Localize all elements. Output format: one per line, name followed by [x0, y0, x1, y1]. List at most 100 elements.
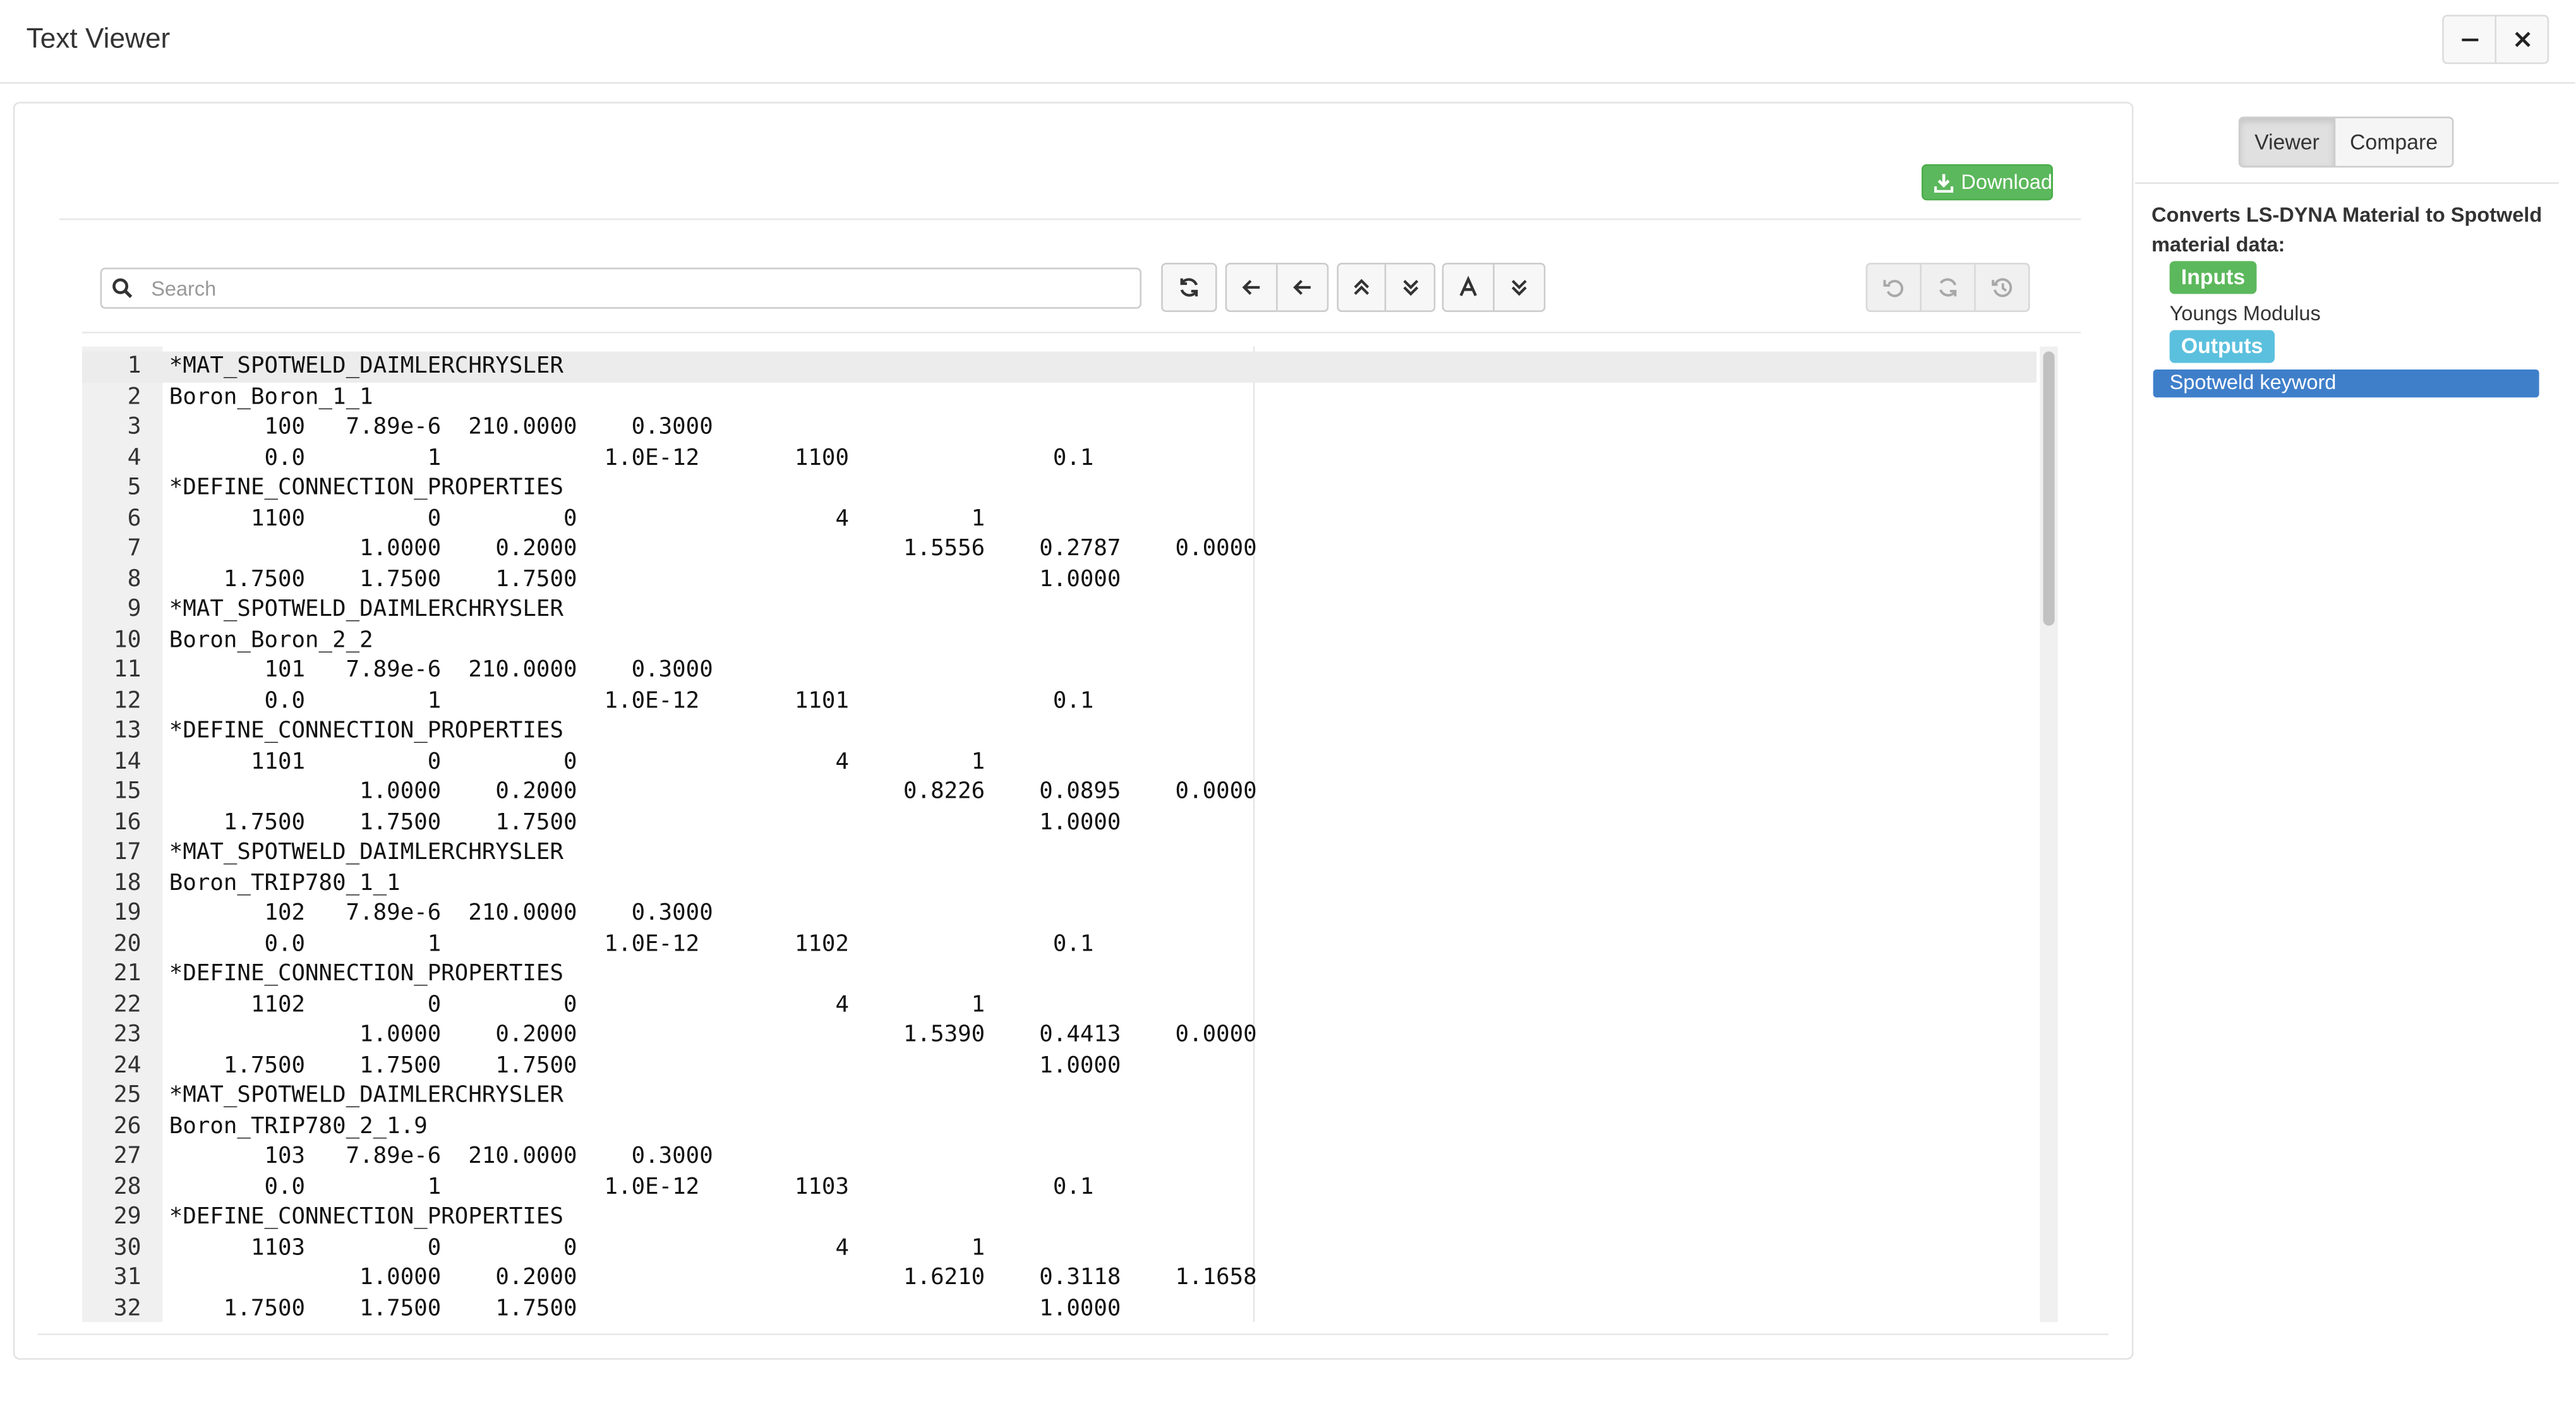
editor-line[interactable]: 19 102 7.89e-6 210.0000 0.3000 — [82, 898, 2037, 928]
editor-line[interactable]: 4 0.0 1 1.0E-12 1100 0.1 — [82, 443, 2037, 473]
editor-line[interactable]: 30 1103 0 0 4 1 — [82, 1232, 2037, 1263]
tab-viewer[interactable]: Viewer — [2238, 116, 2336, 168]
font-dropdown-button[interactable] — [1495, 263, 1546, 312]
line-text: *DEFINE_CONNECTION_PROPERTIES — [169, 718, 564, 744]
minimize-button[interactable] — [2442, 15, 2496, 64]
line-text: 0.0 1 1.0E-12 1102 0.1 — [169, 930, 1094, 957]
converter-description: Converts LS-DYNA Material to Spotweld ma… — [2151, 203, 2543, 256]
line-text: 1.0000 0.2000 1.5390 0.4413 0.0000 — [169, 1021, 1257, 1048]
editor-line[interactable]: 9 *MAT_SPOTWELD_DAIMLERCHRYSLER — [82, 594, 2037, 625]
line-number: 4 — [127, 444, 141, 471]
editor-line[interactable]: 10 Boron_Boron_2_2 — [82, 625, 2037, 655]
line-text: *MAT_SPOTWELD_DAIMLERCHRYSLER — [169, 596, 564, 623]
download-icon — [1934, 174, 1954, 193]
line-text: 1101 0 0 4 1 — [169, 748, 985, 774]
search-field[interactable] — [100, 267, 1141, 309]
line-text: Boron_Boron_1_1 — [169, 383, 373, 410]
line-text: *DEFINE_CONNECTION_PROPERTIES — [169, 1203, 564, 1230]
editor-line[interactable]: 29 *DEFINE_CONNECTION_PROPERTIES — [82, 1202, 2037, 1232]
editor-line[interactable]: 32 1.7500 1.7500 1.7500 1.0000 — [82, 1293, 2037, 1322]
text-viewer-window: Text Viewer Download Search 1 *MAT_SPOTW… — [0, 0, 2575, 1393]
code-editor[interactable]: 1 *MAT_SPOTWELD_DAIMLERCHRYSLER 2 Boron_Bor… — [82, 346, 2058, 1322]
input-item[interactable]: Youngs Modulus — [2170, 302, 2321, 325]
chevrons-down-icon — [1402, 280, 1417, 296]
editor-line[interactable]: 21 *DEFINE_CONNECTION_PROPERTIES — [82, 959, 2037, 989]
editor-line[interactable]: 8 1.7500 1.7500 1.7500 1.0000 — [82, 564, 2037, 594]
line-number: 24 — [113, 1052, 141, 1078]
line-number: 25 — [113, 1082, 141, 1109]
line-text: Boron_TRIP780_1_1 — [169, 869, 400, 896]
fold-down-button[interactable] — [1386, 263, 1436, 312]
editor-line[interactable]: 5 *DEFINE_CONNECTION_PROPERTIES — [82, 473, 2037, 503]
line-text: 1.7500 1.7500 1.7500 1.0000 — [169, 1295, 1121, 1321]
undo-icon — [1883, 280, 1903, 297]
search-input[interactable] — [144, 272, 1127, 304]
redo-button[interactable] — [1922, 263, 1976, 312]
line-text: *MAT_SPOTWELD_DAIMLERCHRYSLER — [169, 353, 564, 380]
line-number: 1 — [127, 353, 141, 380]
side-divider — [2134, 182, 2559, 184]
line-text: 0.0 1 1.0E-12 1100 0.1 — [169, 444, 1094, 471]
line-number: 13 — [113, 718, 141, 744]
editor-line[interactable]: 7 1.0000 0.2000 1.5556 0.2787 0.0000 — [82, 534, 2037, 564]
line-text: Boron_Boron_2_2 — [169, 626, 373, 653]
editor-line[interactable]: 2 Boron_Boron_1_1 — [82, 382, 2037, 412]
line-number: 8 — [127, 565, 141, 592]
arrow-left-icon — [1242, 280, 1260, 295]
viewer-panel: Download Search 1 *MAT_SPOTWELD_DAIMLERC… — [13, 102, 2134, 1360]
close-icon — [2514, 32, 2530, 47]
line-text: 1.7500 1.7500 1.7500 1.0000 — [169, 565, 1121, 592]
line-number: 10 — [113, 626, 141, 653]
line-number: 32 — [113, 1295, 141, 1321]
previous-match-button[interactable] — [1225, 263, 1278, 312]
font-icon — [1459, 275, 1478, 296]
editor-line[interactable]: 6 1100 0 0 4 1 — [82, 503, 2037, 534]
editor-line[interactable]: 31 1.0000 0.2000 1.6210 0.3118 1.1658 — [82, 1263, 2037, 1293]
line-text: 1103 0 0 4 1 — [169, 1234, 985, 1261]
line-number: 12 — [113, 687, 141, 714]
line-number: 20 — [113, 930, 141, 957]
toolbar-divider — [82, 332, 2081, 333]
line-number: 11 — [113, 657, 141, 683]
line-number: 16 — [113, 808, 141, 836]
minus-icon — [2461, 39, 2478, 42]
fold-up-button[interactable] — [1337, 263, 1387, 312]
editor-line[interactable]: 25 *MAT_SPOTWELD_DAIMLERCHRYSLER — [82, 1081, 2037, 1111]
line-text: 1.7500 1.7500 1.7500 1.0000 — [169, 808, 1121, 836]
editor-line[interactable]: 26 Boron_TRIP780_2_1.9 — [82, 1111, 2037, 1141]
editor-line[interactable]: 20 0.0 1 1.0E-12 1102 0.1 — [82, 928, 2037, 959]
undo-button[interactable] — [1865, 263, 1922, 312]
editor-line[interactable]: 3 100 7.89e-6 210.0000 0.3000 — [82, 412, 2037, 443]
output-item[interactable]: Spotweld keyword — [2153, 370, 2539, 398]
editor-line[interactable]: 11 101 7.89e-6 210.0000 0.3000 — [82, 655, 2037, 685]
line-number: 31 — [113, 1264, 141, 1291]
line-text: 1.0000 0.2000 1.5556 0.2787 0.0000 — [169, 535, 1257, 562]
window-header: Text Viewer — [0, 0, 2575, 84]
editor-line[interactable]: 22 1102 0 0 4 1 — [82, 990, 2037, 1020]
editor-line[interactable]: 24 1.7500 1.7500 1.7500 1.0000 — [82, 1050, 2037, 1081]
editor-line[interactable]: 14 1101 0 0 4 1 — [82, 747, 2037, 777]
refresh-button[interactable] — [1161, 263, 1217, 312]
panel-bottom-divider — [37, 1333, 2109, 1335]
download-label: Download — [1961, 171, 2052, 194]
editor-line[interactable]: 28 0.0 1 1.0E-12 1103 0.1 — [82, 1172, 2037, 1202]
editor-line[interactable]: 1 *MAT_SPOTWELD_DAIMLERCHRYSLER — [82, 351, 2037, 382]
line-number: 14 — [113, 748, 141, 774]
font-button[interactable] — [1441, 263, 1495, 312]
editor-line[interactable]: 17 *MAT_SPOTWELD_DAIMLERCHRYSLER — [82, 838, 2037, 868]
redo-icon — [1939, 278, 1957, 297]
editor-line[interactable]: 16 1.7500 1.7500 1.7500 1.0000 — [82, 807, 2037, 838]
next-match-button[interactable] — [1277, 263, 1329, 312]
close-button[interactable] — [2495, 15, 2549, 64]
history-button[interactable] — [1975, 263, 2030, 312]
editor-line[interactable]: 12 0.0 1 1.0E-12 1101 0.1 — [82, 686, 2037, 716]
editor-line[interactable]: 27 103 7.89e-6 210.0000 0.3000 — [82, 1141, 2037, 1172]
editor-line[interactable]: 13 *DEFINE_CONNECTION_PROPERTIES — [82, 716, 2037, 747]
scrollbar-thumb[interactable] — [2043, 351, 2055, 626]
line-number: 22 — [113, 991, 141, 1018]
tab-compare[interactable]: Compare — [2333, 116, 2454, 168]
editor-line[interactable]: 18 Boron_TRIP780_1_1 — [82, 868, 2037, 898]
download-button[interactable]: Download — [1922, 164, 2053, 201]
editor-line[interactable]: 23 1.0000 0.2000 1.5390 0.4413 0.0000 — [82, 1020, 2037, 1050]
editor-line[interactable]: 15 1.0000 0.2000 0.8226 0.0895 0.0000 — [82, 777, 2037, 807]
